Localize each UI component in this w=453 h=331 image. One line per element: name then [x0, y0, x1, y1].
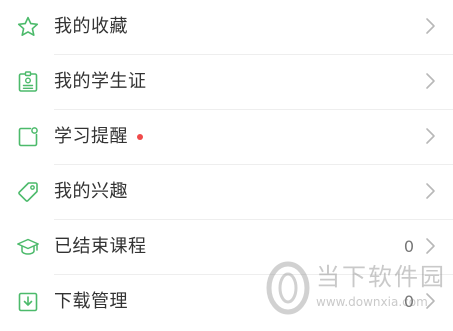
tag-icon [16, 180, 40, 204]
chevron-right-icon [424, 16, 436, 36]
download-icon [16, 290, 40, 314]
menu-item-label: 下载管理 [54, 291, 128, 312]
menu-item-finished-courses[interactable]: 已结束课程 0 [0, 220, 453, 275]
menu-item-student-id[interactable]: 我的学生证 [0, 55, 453, 110]
chevron-right-icon [424, 71, 436, 91]
menu-item-study-reminder[interactable]: 学习提醒 [0, 110, 453, 165]
finished-courses-count: 0 [403, 237, 415, 256]
chevron-right-icon [424, 236, 436, 256]
chevron-right-icon [424, 126, 436, 146]
menu-item-interests[interactable]: 我的兴趣 [0, 165, 453, 220]
menu-item-download-manager[interactable]: 下载管理 0 [0, 275, 453, 330]
menu-item-favorites[interactable]: 我的收藏 [0, 0, 453, 55]
reminder-icon [16, 125, 40, 149]
star-icon [16, 15, 40, 39]
menu-item-label: 学习提醒 [54, 126, 128, 147]
chevron-right-icon [424, 291, 436, 311]
download-count: 0 [403, 292, 415, 311]
student-id-icon [16, 70, 40, 94]
menu-list: 我的收藏 我的学生证 学习提醒 我的兴趣 已结束课程 0 下载管理 0 [0, 0, 453, 331]
menu-item-label: 我的学生证 [54, 71, 147, 92]
chevron-right-icon [424, 181, 436, 201]
menu-item-label: 我的兴趣 [54, 181, 128, 202]
menu-item-label: 已结束课程 [54, 236, 147, 257]
graduation-cap-icon [16, 235, 40, 259]
notification-dot [137, 134, 143, 140]
menu-item-label: 我的收藏 [54, 16, 128, 37]
